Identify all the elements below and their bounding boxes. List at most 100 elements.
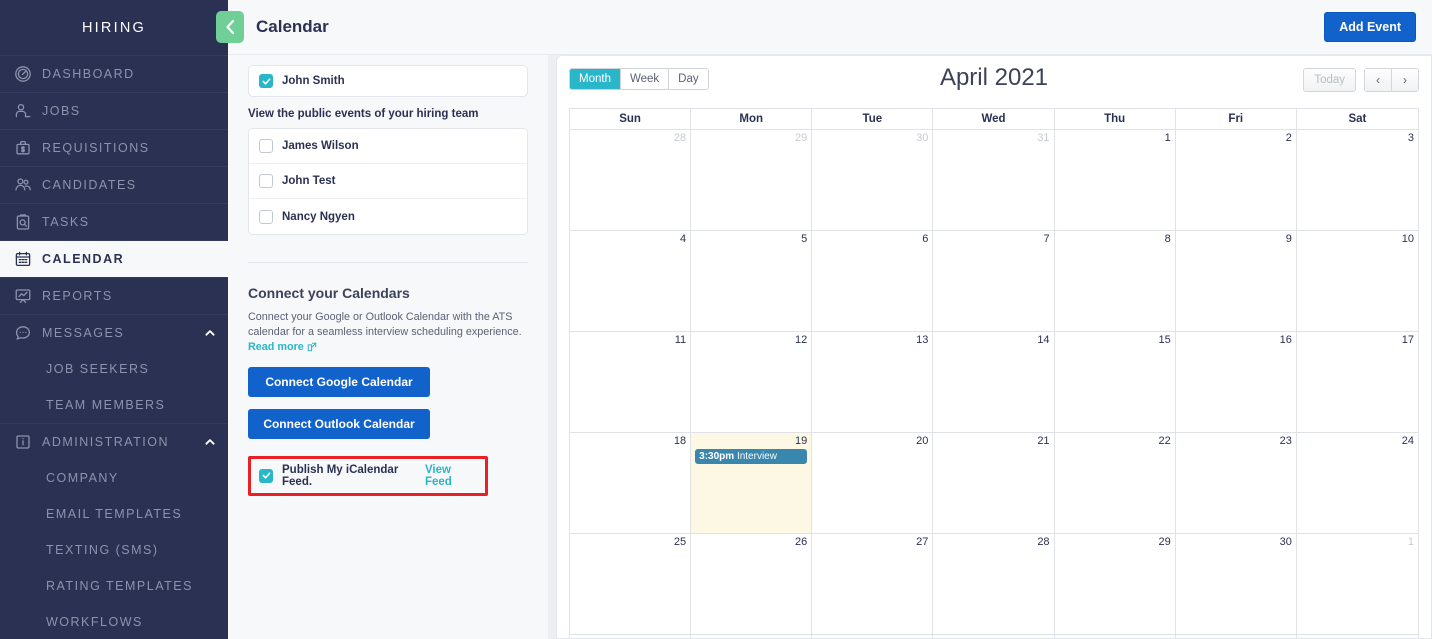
calendar-view-tab-month[interactable]: Month xyxy=(570,69,621,89)
owner-checkbox[interactable] xyxy=(259,74,273,88)
calendar-day-cell[interactable]: 10 xyxy=(1297,231,1418,331)
calendar-day-cell[interactable]: 16 xyxy=(1176,332,1297,432)
calendar-day-cell[interactable]: 1 xyxy=(1297,534,1418,634)
calendar-day-cell[interactable]: 15 xyxy=(1055,332,1176,432)
calendar-day-cell[interactable]: 28 xyxy=(933,534,1055,634)
calendar-day-cell[interactable] xyxy=(933,635,1055,638)
calendar-day-number: 11 xyxy=(674,334,687,346)
calendar-day-cell[interactable]: 21 xyxy=(933,433,1055,533)
calendar-day-cell[interactable]: 28 xyxy=(570,130,692,230)
calendar-day-cell[interactable]: 25 xyxy=(570,534,692,634)
read-more-link[interactable]: Read more xyxy=(248,340,317,355)
calendar-day-cell[interactable]: 6 xyxy=(812,231,934,331)
today-button[interactable]: Today xyxy=(1303,68,1356,92)
calendar-day-cell[interactable]: 11 xyxy=(570,332,692,432)
calendar-day-cell[interactable] xyxy=(1176,635,1297,638)
chat-bubble-icon xyxy=(15,326,31,340)
sidebar-item-tasks[interactable]: TASKS xyxy=(0,203,228,240)
team-member-checkbox[interactable] xyxy=(259,139,273,153)
calendar-arrow-group: ‹ › xyxy=(1364,68,1419,92)
owner-calendar-row[interactable]: John Smith xyxy=(248,65,528,97)
add-event-button[interactable]: Add Event xyxy=(1324,12,1416,42)
connect-outlook-calendar-button[interactable]: Connect Outlook Calendar xyxy=(248,408,430,439)
calendar-day-cell[interactable] xyxy=(812,635,934,638)
calendar-day-number: 5 xyxy=(801,233,808,245)
calendar-view-tab-day[interactable]: Day xyxy=(669,69,708,89)
calendar-day-cell[interactable]: 5 xyxy=(691,231,813,331)
team-member-row[interactable]: James Wilson xyxy=(249,129,527,164)
calendar-event-time: 3:30pm xyxy=(699,451,735,462)
calendar-day-cell[interactable]: 3 xyxy=(1297,130,1418,230)
previous-month-button[interactable]: ‹ xyxy=(1365,69,1392,91)
sidebar-item-reports[interactable]: REPORTS xyxy=(0,277,228,314)
calendar-day-cell[interactable]: 1 xyxy=(1055,130,1176,230)
calendar-event[interactable]: 3:30pm Interview xyxy=(695,449,808,464)
calendar-day-cell[interactable]: 7 xyxy=(933,231,1055,331)
calendar-day-cell[interactable] xyxy=(1297,635,1418,638)
sidebar-item-messages[interactable]: MESSAGES xyxy=(0,314,228,351)
weekday-header-cell: Fri xyxy=(1176,109,1297,129)
chevron-left-icon xyxy=(226,19,235,35)
calendar-day-cell[interactable]: 18 xyxy=(570,433,692,533)
calendar-day-cell[interactable]: 30 xyxy=(812,130,934,230)
calendar-day-cell[interactable]: 9 xyxy=(1176,231,1297,331)
calendar-day-cell[interactable]: 20 xyxy=(812,433,934,533)
sidebar-item-jobs[interactable]: JOBS xyxy=(0,92,228,129)
calendar-day-cell[interactable]: 13 xyxy=(812,332,934,432)
team-member-checkbox[interactable] xyxy=(259,209,273,224)
connect-google-calendar-button[interactable]: Connect Google Calendar xyxy=(248,366,430,397)
calendar-day-cell[interactable] xyxy=(691,635,813,638)
calendar-day-cell[interactable]: 22 xyxy=(1055,433,1176,533)
calendar-day-number: 13 xyxy=(916,334,929,346)
calendar-day-cell[interactable]: 8 xyxy=(1055,231,1176,331)
sidebar-collapse-button[interactable] xyxy=(216,11,244,43)
calendar-day-cell[interactable]: 2 xyxy=(1176,130,1297,230)
team-member-checkbox[interactable] xyxy=(259,174,273,188)
calendar-day-cell[interactable]: 19 3:30pm Interview xyxy=(691,433,813,533)
publish-icalendar-highlight: Publish My iCalendar Feed. View Feed xyxy=(248,455,488,496)
calendar-week-row: 4 5 6 7 8 9 10 xyxy=(570,231,1418,332)
team-section-label: View the public events of your hiring te… xyxy=(248,108,479,120)
sidebar-subitem-rating-templates[interactable]: RATING TEMPLATES xyxy=(0,568,228,604)
sidebar-subitem-workflows[interactable]: WORKFLOWS xyxy=(0,604,228,639)
calendar-day-cell[interactable]: 27 xyxy=(812,534,934,634)
sidebar-subitem-team-members[interactable]: TEAM MEMBERS xyxy=(0,387,228,423)
sidebar-item-label: ADMINISTRATION xyxy=(42,435,170,449)
sidebar-item-administration[interactable]: ADMINISTRATION xyxy=(0,423,228,460)
calendar-day-cell[interactable]: 12 xyxy=(691,332,813,432)
calendar-day-cell[interactable]: 17 xyxy=(1297,332,1418,432)
sidebar-item-candidates[interactable]: CANDIDATES xyxy=(0,166,228,203)
calendar-day-cell[interactable]: 23 xyxy=(1176,433,1297,533)
calendar-view-tab-week[interactable]: Week xyxy=(620,69,670,89)
sidebar-subitem-email-templates[interactable]: EMAIL TEMPLATES xyxy=(0,496,228,532)
sidebar-item-calendar[interactable]: CALENDAR xyxy=(0,240,228,277)
calendar-day-cell[interactable]: 29 xyxy=(1055,534,1176,634)
view-feed-link[interactable]: View Feed xyxy=(425,464,477,488)
team-member-row[interactable]: John Test xyxy=(249,164,527,199)
sidebar-item-label: MESSAGES xyxy=(42,326,125,340)
calendar-day-number: 29 xyxy=(1158,536,1171,548)
calendar-day-cell[interactable] xyxy=(570,635,692,638)
publish-icalendar-checkbox[interactable] xyxy=(259,468,273,483)
calendar-day-cell[interactable]: 14 xyxy=(933,332,1055,432)
sidebar-item-dashboard[interactable]: DASHBOARD xyxy=(0,55,228,92)
calendar-day-cell[interactable]: 24 xyxy=(1297,433,1418,533)
calendar-day-cell[interactable]: 4 xyxy=(570,231,692,331)
sidebar-subitem-label: WORKFLOWS xyxy=(46,615,143,629)
job-person-icon xyxy=(8,101,38,121)
calendar-day-cell[interactable]: 29 xyxy=(691,130,813,230)
calendar-day-number: 14 xyxy=(1037,334,1050,346)
sidebar-item-requisitions[interactable]: REQUISITIONS xyxy=(0,129,228,166)
calendar-day-cell[interactable] xyxy=(1055,635,1176,638)
calendar-day-cell[interactable]: 26 xyxy=(691,534,813,634)
calendar-day-cell[interactable]: 31 xyxy=(933,130,1055,230)
check-icon xyxy=(262,472,270,479)
sidebar-subitem-texting-sms[interactable]: TEXTING (SMS) xyxy=(0,532,228,568)
team-member-row[interactable]: Nancy Ngyen xyxy=(249,199,527,234)
calendar-day-cell[interactable]: 30 xyxy=(1176,534,1297,634)
sidebar-subitem-company[interactable]: COMPANY xyxy=(0,460,228,496)
next-month-button[interactable]: › xyxy=(1392,69,1418,91)
sidebar-item-label: JOBS xyxy=(42,104,81,118)
sidebar-subitem-job-seekers[interactable]: JOB SEEKERS xyxy=(0,351,228,387)
calendar-card: Month Week Day April 2021 Today ‹ › Sun Mon… xyxy=(556,55,1432,639)
